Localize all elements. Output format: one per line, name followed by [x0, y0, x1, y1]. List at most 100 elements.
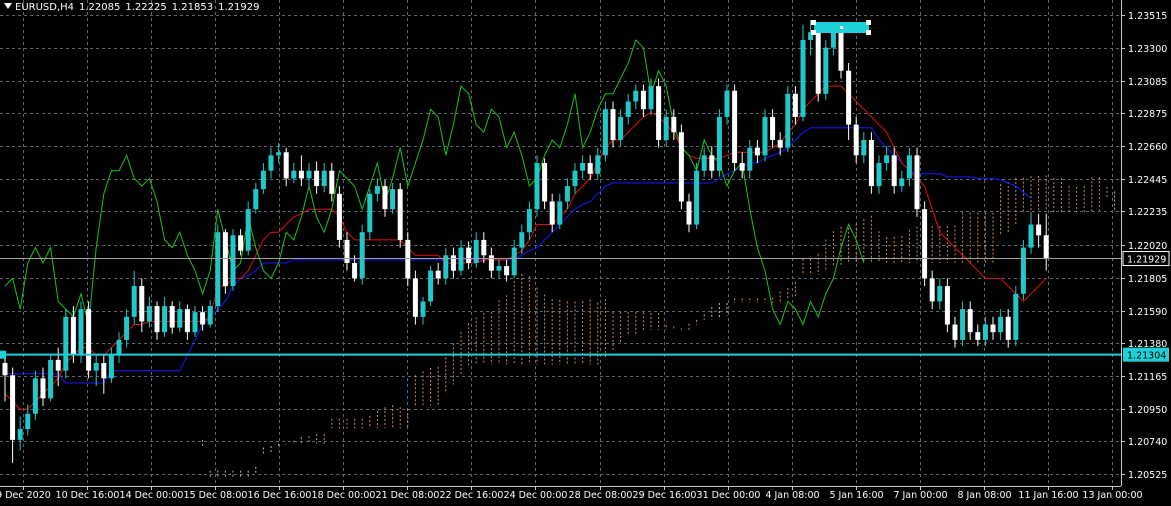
y-tick-label: 1.22020 — [1128, 241, 1167, 252]
marker-handle — [866, 20, 871, 25]
y-tick-label: 1.23515 — [1128, 11, 1167, 22]
candle-bull — [580, 163, 586, 171]
candle-bull — [747, 147, 753, 171]
candle-bull — [716, 116, 722, 171]
candle-bull — [861, 139, 867, 156]
x-tick-label: 14 Dec 00:00 — [120, 490, 184, 501]
candle-bull — [876, 163, 882, 187]
candle-bull — [960, 309, 966, 340]
candle-bear — [656, 86, 662, 140]
candle-bear — [929, 278, 935, 302]
candle-bull — [207, 306, 213, 325]
candle-bull — [306, 170, 312, 179]
candle-bull — [884, 155, 890, 164]
y-tick-label: 1.22235 — [1128, 207, 1167, 218]
x-tick-label: 24 Dec 00:00 — [504, 490, 568, 501]
x-tick-label: 10 Dec 16:00 — [56, 490, 120, 501]
candle-bear — [40, 378, 46, 399]
candle-bear — [754, 147, 760, 156]
marker-handle — [811, 20, 816, 25]
candle-bear — [640, 90, 646, 110]
candle-bull — [215, 232, 221, 307]
candle-bull — [390, 189, 396, 210]
candle-bear — [382, 186, 388, 210]
x-tick-label: 18 Dec 00:00 — [312, 490, 376, 501]
candle-bull — [192, 312, 198, 333]
candle-bear — [55, 359, 61, 371]
marker-handle — [866, 30, 871, 35]
candle-bear — [792, 93, 798, 117]
y-tick-label: 1.22875 — [1128, 109, 1167, 120]
candle-bear — [1005, 316, 1011, 340]
y-tick-label: 1.21380 — [1128, 339, 1167, 350]
candle-bull — [694, 170, 700, 225]
candle-bear — [846, 70, 852, 125]
candle-bull — [291, 170, 297, 179]
candle-bull — [906, 155, 912, 179]
candle-bear — [298, 170, 304, 179]
candle-bull — [458, 247, 464, 271]
candle-bear — [238, 235, 244, 251]
y-tick-label: 1.20950 — [1128, 405, 1167, 416]
candle-bear — [952, 324, 958, 340]
candle-bear — [587, 163, 593, 174]
candle-bull — [177, 309, 183, 328]
candle-bear — [838, 32, 844, 71]
candle-bull — [268, 155, 274, 171]
candle-bull — [800, 39, 806, 117]
candle-bull — [17, 429, 23, 440]
candle-bear — [314, 170, 320, 187]
candle-bear — [944, 286, 950, 325]
candle-bull — [830, 32, 836, 48]
candle-bull — [108, 355, 114, 379]
candle-bear — [777, 139, 783, 148]
candle-bull — [32, 378, 38, 414]
candle-bull — [116, 339, 122, 356]
candle-bull — [473, 239, 479, 263]
x-tick-label: 28 Dec 08:00 — [569, 490, 633, 501]
price-label: 1.21929 — [1127, 255, 1166, 266]
candle-bear — [671, 116, 677, 133]
candle-bear — [139, 286, 145, 322]
header-symbol: EURUSD,H4 — [15, 2, 75, 13]
candle-bear — [397, 189, 403, 240]
price-chart[interactable]: 1.21929 1.21304 1.23515 1.23300 1.23085 1.22… — [0, 0, 1171, 506]
chart-header: EURUSD,H4 1.22085 1.22225 1.21853 1.21929 — [4, 2, 264, 13]
level-left-marker — [0, 350, 6, 359]
candle-bear — [967, 309, 973, 333]
candle-bull — [1013, 293, 1019, 340]
candle-bull — [48, 359, 54, 399]
candle-bear — [2, 362, 8, 376]
candle-bull — [428, 270, 434, 302]
candle-bull — [1028, 224, 1034, 248]
candle-bull — [701, 155, 707, 171]
candle-bear — [405, 239, 411, 279]
candle-bear — [1043, 235, 1049, 259]
header-open: 1.22085 — [79, 2, 121, 13]
candle-bull — [124, 316, 130, 340]
candle-bull — [260, 170, 266, 190]
y-tick-label: 1.21590 — [1128, 307, 1167, 318]
hline-label: 1.21304 — [1127, 351, 1166, 362]
x-tick-label: 7 Jan 00:00 — [893, 490, 947, 501]
candle-bear — [853, 124, 859, 156]
candle-bull — [230, 235, 236, 287]
candle-bull — [564, 186, 570, 202]
y-tick-label: 1.20525 — [1128, 470, 1167, 481]
candle-bull — [724, 90, 730, 117]
candle-bull — [1020, 247, 1026, 294]
dropdown-triangle-icon[interactable] — [4, 3, 12, 9]
y-tick-label: 1.22445 — [1128, 175, 1167, 186]
marker-handle — [840, 26, 843, 29]
candle-bear — [283, 152, 289, 179]
candle-bull — [374, 186, 380, 194]
candle-bull — [359, 232, 365, 279]
x-tick-label: 31 Dec 00:00 — [697, 490, 761, 501]
header-low: 1.21853 — [171, 2, 214, 13]
candle-bear — [412, 278, 418, 317]
candle-bull — [785, 93, 791, 148]
candle-bull — [93, 362, 99, 371]
x-tick-label: 16 Dec 16:00 — [248, 490, 312, 501]
candle-bull — [595, 155, 601, 174]
header-close: 1.21929 — [218, 2, 260, 13]
